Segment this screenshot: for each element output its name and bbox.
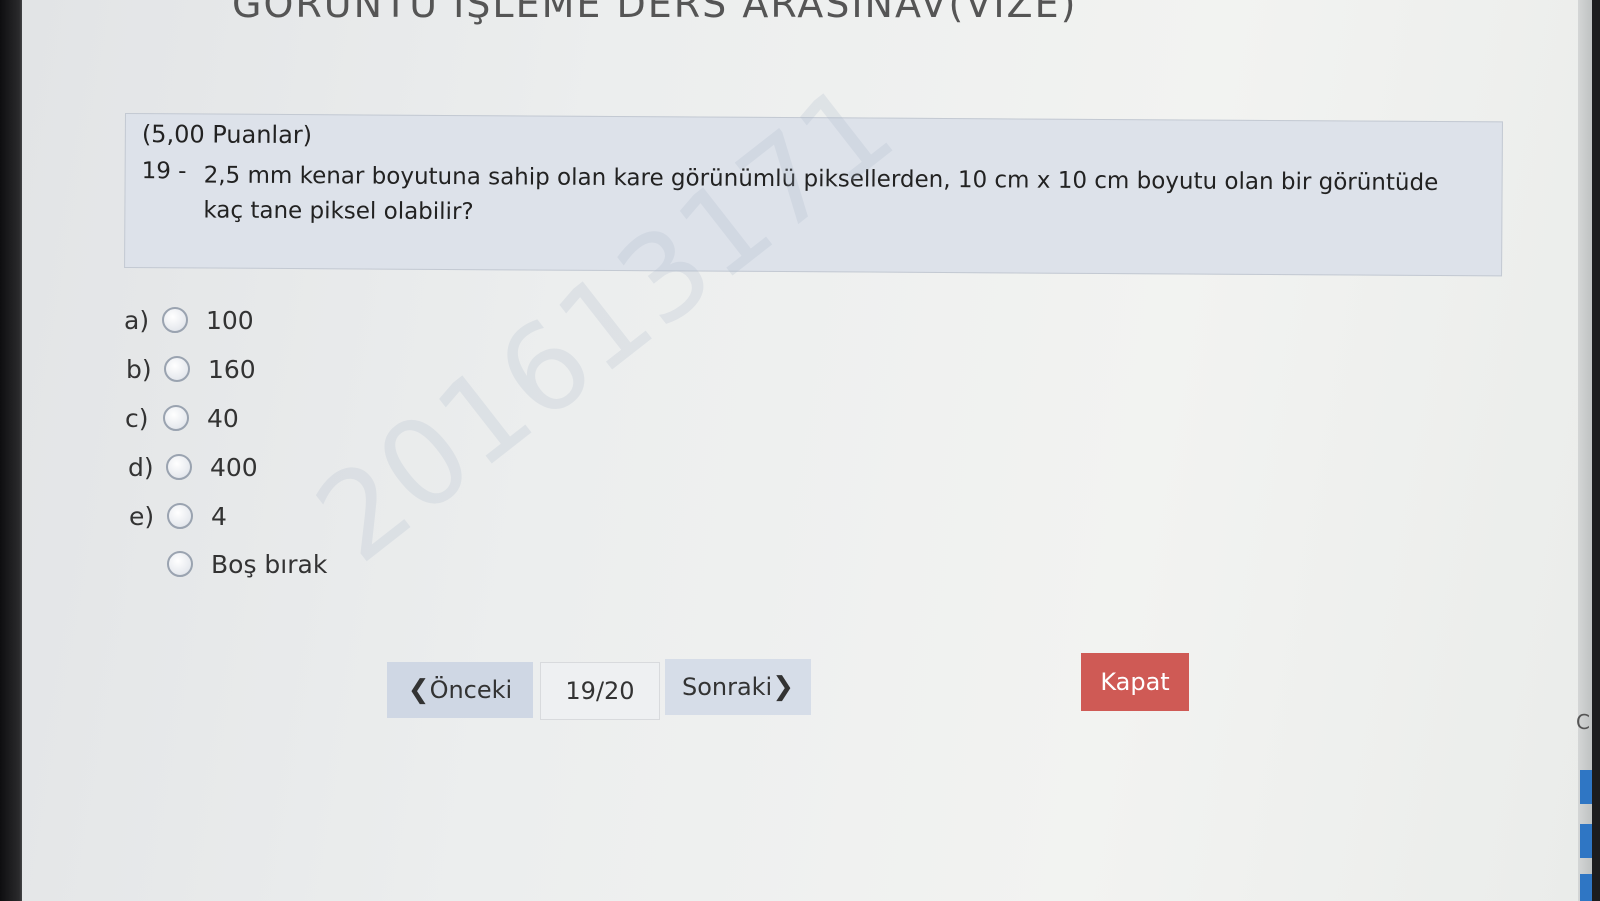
option-c[interactable]: c) 40 xyxy=(125,398,239,438)
option-letter: d) xyxy=(128,452,154,482)
radio-button[interactable] xyxy=(164,356,190,382)
radio-button[interactable] xyxy=(167,551,193,577)
chevron-right-icon: ❯ xyxy=(772,672,795,702)
option-value: 100 xyxy=(206,305,254,335)
option-d[interactable]: d) 400 xyxy=(128,447,258,487)
option-value: 160 xyxy=(208,354,256,384)
next-button[interactable]: Sonraki ❯ xyxy=(665,659,811,715)
adjacent-window-edge xyxy=(1578,0,1592,901)
option-letter: b) xyxy=(126,354,152,384)
previous-label: Önceki xyxy=(429,676,513,704)
exam-screen: GÖRÜNTÜ İŞLEME DERS ARASINAV(VİZE) (5,00… xyxy=(22,0,1592,901)
option-e[interactable]: e) 4 xyxy=(129,496,227,536)
option-letter: a) xyxy=(124,305,150,335)
previous-button[interactable]: ❮ Önceki xyxy=(387,662,533,718)
radio-button[interactable] xyxy=(167,503,193,529)
edge-blue-tab xyxy=(1580,874,1592,901)
radio-button[interactable] xyxy=(166,454,192,480)
radio-button[interactable] xyxy=(163,405,189,431)
option-value: 400 xyxy=(210,452,258,482)
option-value: 4 xyxy=(211,501,227,531)
radio-button[interactable] xyxy=(162,307,188,333)
option-b[interactable]: b) 160 xyxy=(126,349,256,389)
edge-blue-tab xyxy=(1580,824,1592,858)
question-panel: (5,00 Puanlar) 19 - 2,5 mm kenar boyutun… xyxy=(124,113,1503,277)
option-letter: c) xyxy=(125,403,149,433)
close-button[interactable]: Kapat xyxy=(1081,653,1189,711)
monitor-bezel xyxy=(0,0,24,901)
chevron-left-icon: ❮ xyxy=(407,675,430,705)
option-letter: e) xyxy=(129,501,155,531)
option-value: 40 xyxy=(207,403,239,433)
option-a[interactable]: a) 100 xyxy=(124,300,254,340)
question-number: 19 - xyxy=(141,158,187,185)
next-label: Sonraki xyxy=(681,673,773,701)
option-value: Boş bırak xyxy=(211,549,328,579)
option-leave-blank[interactable]: Boş bırak xyxy=(129,544,327,584)
question-text: 2,5 mm kenar boyutuna sahip olan kare gö… xyxy=(203,162,1439,226)
page-indicator: 19/20 xyxy=(540,662,660,720)
edge-letter: C xyxy=(1576,710,1590,734)
question-points: (5,00 Puanlar) xyxy=(141,120,313,150)
edge-blue-tab xyxy=(1580,770,1592,804)
exam-title: GÖRÜNTÜ İŞLEME DERS ARASINAV(VİZE) xyxy=(232,0,1078,26)
